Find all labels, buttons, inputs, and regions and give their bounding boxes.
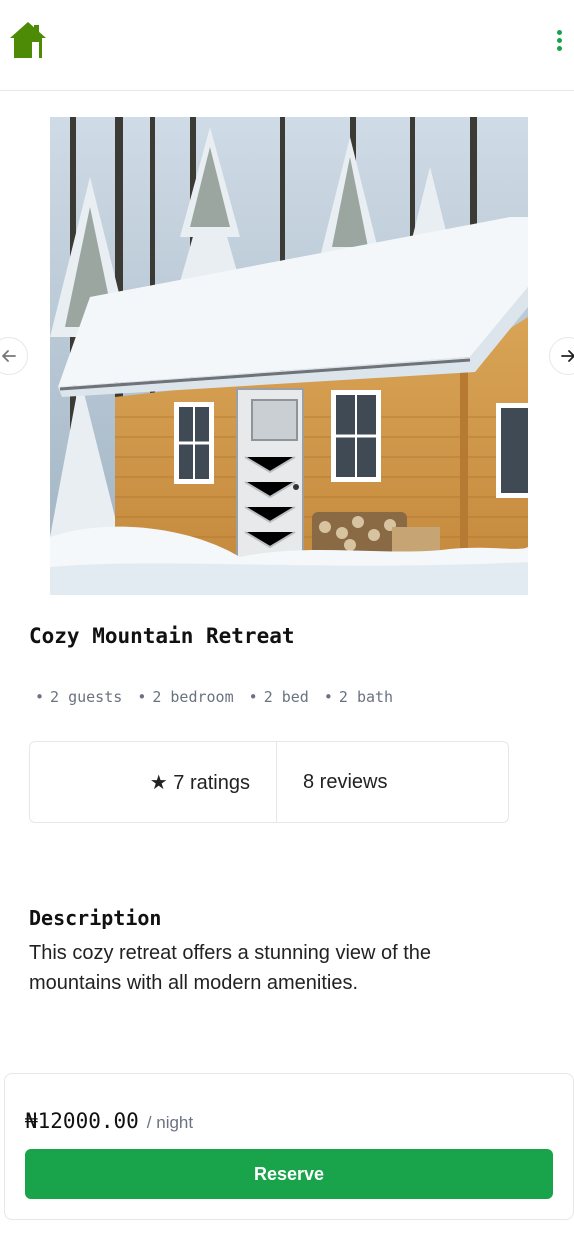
booking-card: ₦12000.00 / night Reserve (4, 1073, 574, 1220)
bullet: • (137, 688, 147, 706)
description-text: This cozy retreat offers a stunning view… (29, 942, 432, 994)
app-header (0, 0, 574, 91)
feature-guests: 2 guests (50, 688, 123, 706)
feature-bedrooms: 2 bedroom (152, 688, 234, 706)
feature-baths: 2 bath (338, 688, 394, 706)
carousel-prev-button[interactable] (0, 337, 28, 375)
listing-title: Cozy Mountain Retreat (29, 624, 295, 648)
house-icon[interactable] (8, 20, 48, 60)
description-heading: Description (29, 906, 162, 930)
feature-beds: 2 bed (263, 688, 309, 706)
carousel-next-button[interactable] (549, 337, 574, 375)
bullet: • (323, 688, 333, 706)
arrow-left-icon (2, 350, 16, 362)
reserve-button[interactable]: Reserve (25, 1149, 553, 1199)
listing-photo (50, 117, 528, 595)
reviews-link[interactable]: 8 reviews (277, 742, 508, 822)
listing-features: • 2 guests • 2 bedroom • 2 bed • 2 bath (29, 688, 393, 706)
image-carousel (0, 117, 574, 595)
price-unit: / night (146, 1113, 194, 1132)
ratings-link[interactable]: ★ 7 ratings (30, 742, 277, 822)
price-amount: ₦12000.00 (25, 1109, 139, 1133)
bullet: • (35, 688, 45, 706)
arrow-right-icon (561, 350, 574, 362)
bullet: • (248, 688, 258, 706)
price-line: ₦12000.00 / night (25, 1109, 193, 1133)
kebab-menu-icon[interactable] (554, 30, 564, 54)
ratings-reviews-panel: ★ 7 ratings 8 reviews (29, 741, 509, 823)
